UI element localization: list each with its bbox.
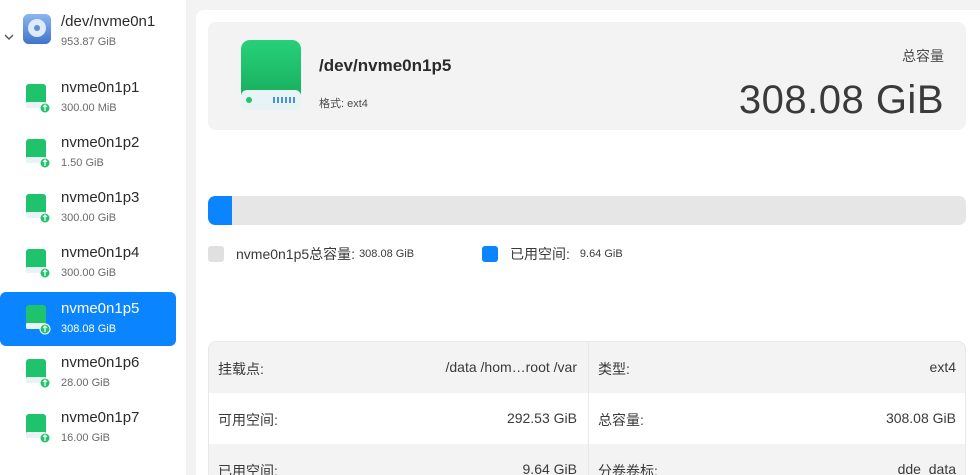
partition-icon <box>26 305 51 335</box>
partition-name: nvme0n1p1 <box>61 79 140 96</box>
device-name: /dev/nvme0n1p5 <box>319 56 452 75</box>
partition-info-table: 挂载点: /data /hom…root /var 类型: ext4 可用空间:… <box>208 341 966 475</box>
partition-name: nvme0n1p2 <box>61 134 140 151</box>
sidebar-item-partition[interactable]: nvme0n1p4 300.00 GiB <box>0 235 186 287</box>
usage-bar-fill <box>208 196 232 225</box>
partition-name: nvme0n1p6 <box>61 354 140 371</box>
legend-total-label: nvme0n1p5总容量: <box>236 246 356 262</box>
filesystem-format: 格式: ext4 <box>319 98 368 110</box>
partition-name: nvme0n1p4 <box>61 244 140 261</box>
volume-label-label: 分卷卷标: <box>598 463 658 475</box>
capacity-value: 308.08 GiB <box>738 78 944 122</box>
type-value: ext4 <box>929 359 956 375</box>
info-row: 已用空间: 9.64 GiB 分卷卷标: _dde_data <box>209 444 965 475</box>
sidebar-item-partition[interactable]: nvme0n1p7 16.00 GiB <box>0 400 186 452</box>
info-row: 挂载点: /data /hom…root /var 类型: ext4 <box>209 342 965 393</box>
sidebar-item-partition[interactable]: nvme0n1p6 28.00 GiB <box>0 345 186 397</box>
volume-label-value: _dde_data <box>889 461 956 475</box>
partition-icon <box>26 249 51 279</box>
partition-name: nvme0n1p3 <box>61 189 140 206</box>
partition-detail-panel: /dev/nvme0n1p5 格式: ext4 总容量 308.08 GiB n… <box>196 10 980 475</box>
partition-icon <box>26 359 51 389</box>
chevron-down-icon[interactable] <box>4 32 14 42</box>
sidebar-item-partition-selected[interactable]: nvme0n1p5 308.08 GiB <box>0 292 176 346</box>
mount-point-value: /data /hom…root /var <box>445 359 577 375</box>
info-cell: 类型: ext4 <box>588 342 965 393</box>
partition-icon <box>26 194 51 224</box>
info-cell: 挂载点: /data /hom…root /var <box>209 342 587 393</box>
partition-size: 308.08 GiB <box>61 323 117 335</box>
info-cell: 可用空间: 292.53 GiB <box>209 393 587 444</box>
partition-size: 300.00 MiB <box>61 102 117 114</box>
legend-used: 已用空间: 9.64 GiB <box>482 244 623 264</box>
info-cell: 总容量: 308.08 GiB <box>588 393 965 444</box>
sidebar-item-partition[interactable]: nvme0n1p1 300.00 MiB <box>0 70 186 122</box>
legend-used-label: 已用空间: <box>510 246 570 262</box>
legend-used-swatch <box>482 246 498 262</box>
partition-large-icon <box>241 40 301 110</box>
legend-used-value: 9.64 GiB <box>579 248 623 260</box>
partition-icon <box>26 414 51 444</box>
sidebar-item-disk[interactable]: /dev/nvme0n1 953.87 GiB <box>0 4 186 56</box>
info-row: 可用空间: 292.53 GiB 总容量: 308.08 GiB <box>209 393 965 444</box>
partition-size: 16.00 GiB <box>61 432 110 444</box>
used-space-value: 9.64 GiB <box>522 461 577 475</box>
free-space-value: 292.53 GiB <box>506 410 577 426</box>
mount-point-label: 挂载点: <box>218 361 264 377</box>
sidebar-item-partition[interactable]: nvme0n1p3 300.00 GiB <box>0 180 186 232</box>
partition-size: 300.00 GiB <box>61 267 117 279</box>
disk-name: /dev/nvme0n1 <box>61 13 156 30</box>
used-space-label: 已用空间: <box>218 463 278 475</box>
hard-disk-icon <box>23 14 51 44</box>
legend-total-swatch <box>208 246 224 262</box>
free-space-label: 可用空间: <box>218 412 278 428</box>
disk-size: 953.87 GiB <box>61 36 117 48</box>
total-capacity-label: 总容量: <box>598 412 644 428</box>
partition-icon <box>26 84 51 114</box>
partition-name: nvme0n1p7 <box>61 409 140 426</box>
device-sidebar: /dev/nvme0n1 953.87 GiB nvme0n1p1 300.00… <box>0 0 186 475</box>
partition-size: 28.00 GiB <box>61 377 110 389</box>
partition-icon <box>26 139 51 169</box>
usage-bar <box>208 196 966 225</box>
partition-size: 300.00 GiB <box>61 212 117 224</box>
total-capacity-value: 308.08 GiB <box>885 410 956 426</box>
sidebar-item-partition[interactable]: nvme0n1p2 1.50 GiB <box>0 125 186 177</box>
info-cell: 分卷卷标: _dde_data <box>588 444 965 475</box>
legend-total-value: 308.08 GiB <box>359 248 415 260</box>
type-label: 类型: <box>598 361 630 377</box>
partition-header-card: /dev/nvme0n1p5 格式: ext4 总容量 308.08 GiB <box>208 22 966 130</box>
capacity-label: 总容量 <box>902 48 944 64</box>
partition-size: 1.50 GiB <box>61 157 104 169</box>
info-cell: 已用空间: 9.64 GiB <box>209 444 587 475</box>
partition-name: nvme0n1p5 <box>61 300 140 317</box>
legend-total: nvme0n1p5总容量: 308.08 GiB <box>208 244 414 264</box>
